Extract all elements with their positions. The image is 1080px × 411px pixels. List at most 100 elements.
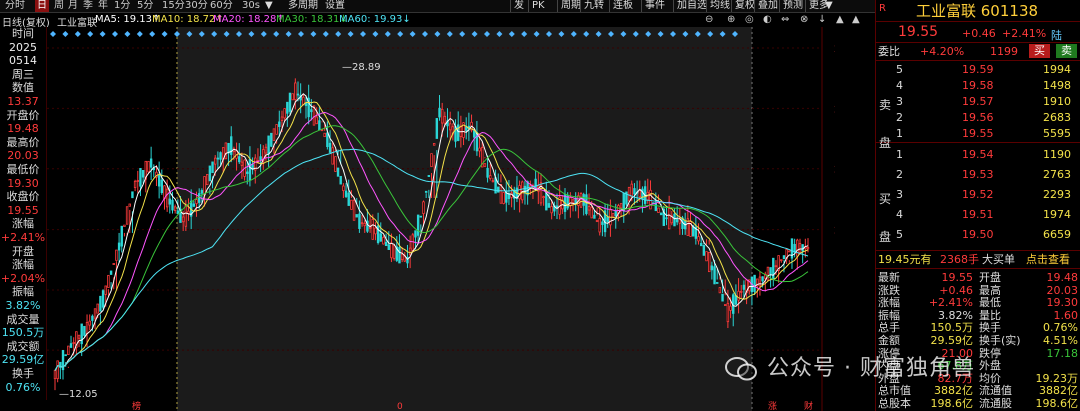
more-dropdown-icon[interactable]: ▼ bbox=[825, 0, 833, 12]
sell-button[interactable]: 卖 bbox=[1056, 44, 1077, 58]
chart-tool-icon-6[interactable]: ↓ bbox=[818, 14, 826, 26]
candle-body bbox=[542, 196, 545, 199]
toolbar-btn-9[interactable]: 叠加 bbox=[754, 0, 781, 12]
candle-body bbox=[416, 214, 420, 236]
kline-chart[interactable]: 29.8326.7223.6120.4717.3614.26—28.89—12.… bbox=[47, 27, 835, 411]
big-order-summary: 19.45元有 2368手 大买单 点击查看 bbox=[876, 253, 1080, 266]
period-tab-7[interactable]: 5分 bbox=[135, 0, 155, 12]
settings-button[interactable]: 设置 bbox=[325, 0, 345, 12]
period-tab-0[interactable]: 分时 bbox=[3, 0, 27, 12]
ask-price: 19.56 bbox=[962, 111, 994, 124]
period-tab-10[interactable]: 60分 bbox=[208, 0, 235, 12]
candle-body bbox=[473, 130, 476, 138]
ask-row[interactable]: 2 19.56 2683 bbox=[876, 110, 1080, 126]
candle-body bbox=[408, 247, 412, 256]
stat-row: 总股本 198.6亿 流通股 198.6亿 bbox=[876, 397, 1080, 410]
last-price: 19.55 bbox=[898, 24, 939, 40]
candle-body bbox=[478, 147, 481, 152]
stat-val-2: 17.18 bbox=[1046, 346, 1079, 360]
bid-row[interactable]: 1 19.54 1190 bbox=[876, 147, 1080, 163]
bid-row[interactable]: 5 19.50 6659 bbox=[876, 227, 1080, 243]
info-row-7: 19.48 bbox=[7, 122, 39, 136]
bid-volume: 1974 bbox=[1043, 208, 1071, 221]
chart-tool-icon-5[interactable]: ⊗ bbox=[800, 14, 808, 26]
big-order-link[interactable]: 点击查看 bbox=[1026, 253, 1070, 266]
toolbar-btn-1[interactable]: PK bbox=[528, 0, 548, 12]
period-dropdown-icon[interactable]: ▼ bbox=[265, 0, 273, 12]
period-tab-3[interactable]: 月 bbox=[66, 0, 80, 12]
stat-row: 涨跌 +0.46 最高 20.03 bbox=[876, 284, 1080, 297]
stat-key-1: 涨幅 bbox=[878, 296, 900, 310]
period-tab-2[interactable]: 周 bbox=[52, 0, 66, 12]
bid-row[interactable]: 3 19.52 2293 bbox=[876, 187, 1080, 203]
candle-body bbox=[350, 199, 353, 210]
candle-body bbox=[657, 207, 660, 213]
candle-body bbox=[109, 270, 113, 275]
chart-tool-icon-1[interactable]: ⊕ bbox=[727, 14, 735, 26]
toolbar-btn-10[interactable]: 预测 bbox=[779, 0, 806, 12]
ma20-value: MA20: 18.28↑ bbox=[213, 14, 285, 25]
buy-button[interactable]: 买 bbox=[1029, 44, 1050, 58]
candle-body bbox=[296, 93, 300, 96]
chart-tool-icon-3[interactable]: ◐ bbox=[763, 14, 772, 26]
candle-body bbox=[355, 214, 358, 218]
exchange-tag: 陆 bbox=[1051, 29, 1062, 42]
candle-body bbox=[721, 293, 724, 302]
candle-body bbox=[654, 202, 657, 212]
ask-row[interactable]: 1 19.55 5595 bbox=[876, 126, 1080, 142]
candle-body bbox=[737, 290, 740, 301]
period-tab-1[interactable]: 日 bbox=[35, 0, 49, 12]
candle-body bbox=[336, 167, 340, 177]
chart-tool-icon-2[interactable]: ◎ bbox=[745, 14, 754, 26]
candle-body bbox=[424, 190, 428, 193]
chart-tool-icon-7[interactable]: ▲ bbox=[836, 14, 844, 26]
ask-volume: 5595 bbox=[1043, 127, 1071, 140]
period-tab-4[interactable]: 季 bbox=[81, 0, 95, 12]
ask-row[interactable]: 4 19.58 1498 bbox=[876, 78, 1080, 94]
period-tab-5[interactable]: 年 bbox=[96, 0, 110, 12]
candle-body bbox=[56, 360, 59, 380]
chart-tool-icon-8[interactable]: ▲ bbox=[852, 14, 860, 26]
candle-body bbox=[168, 198, 172, 205]
stat-val-2: 0.76% bbox=[1043, 321, 1078, 335]
candle-body bbox=[708, 252, 711, 273]
price-change-pct: +2.41% bbox=[1002, 27, 1047, 40]
bid-level: 1 bbox=[896, 148, 903, 161]
candle-body bbox=[435, 118, 439, 139]
toolbar-btn-6[interactable]: 加自选 bbox=[673, 0, 710, 12]
ask-volume: 2683 bbox=[1043, 111, 1071, 124]
period-tab-11[interactable]: 30s bbox=[240, 0, 262, 12]
candle-body bbox=[112, 263, 115, 265]
candle-body bbox=[547, 203, 551, 208]
candle-body bbox=[523, 185, 527, 194]
toolbar-btn-7[interactable]: 均线 bbox=[706, 0, 733, 12]
candle-body bbox=[569, 197, 572, 206]
ask-row[interactable]: 5 19.59 1994 bbox=[876, 62, 1080, 78]
candle-body bbox=[344, 190, 348, 197]
period-tab-6[interactable]: 1分 bbox=[112, 0, 132, 12]
multi-period-button[interactable]: 多周期 bbox=[288, 0, 318, 12]
candle-body bbox=[801, 244, 804, 252]
toolbar-btn-4[interactable]: 连板 bbox=[609, 0, 636, 12]
toolbar-btn-5[interactable]: 事件 bbox=[641, 0, 668, 12]
period-tab-9[interactable]: 30分 bbox=[183, 0, 210, 12]
toolbar-btn-3[interactable]: 九转 bbox=[580, 0, 607, 12]
candle-body bbox=[283, 108, 286, 119]
ask-row[interactable]: 3 19.57 1910 bbox=[876, 94, 1080, 110]
bid-volume: 1190 bbox=[1043, 148, 1071, 161]
candle-body bbox=[710, 265, 714, 271]
chart-tool-icon-0[interactable]: ⊖ bbox=[705, 14, 713, 26]
bid-row[interactable]: 4 19.51 1974 bbox=[876, 207, 1080, 223]
candle-body bbox=[248, 159, 252, 181]
stat-val-1: 29.59亿 bbox=[930, 334, 974, 347]
chart-tool-icon-4[interactable]: ⇔ bbox=[781, 14, 789, 26]
candle-body bbox=[328, 142, 332, 153]
bid-volume: 6659 bbox=[1043, 228, 1071, 241]
bid-volume: 2293 bbox=[1043, 188, 1071, 201]
bid-row[interactable]: 2 19.53 2763 bbox=[876, 167, 1080, 183]
toolbar-btn-0[interactable]: 发 bbox=[510, 0, 527, 12]
candle-body bbox=[101, 290, 105, 308]
watermark-text: 公众号 · 财富独角兽 bbox=[767, 356, 975, 381]
candle-body bbox=[133, 180, 137, 188]
info-row-19: 振幅 bbox=[12, 285, 34, 299]
